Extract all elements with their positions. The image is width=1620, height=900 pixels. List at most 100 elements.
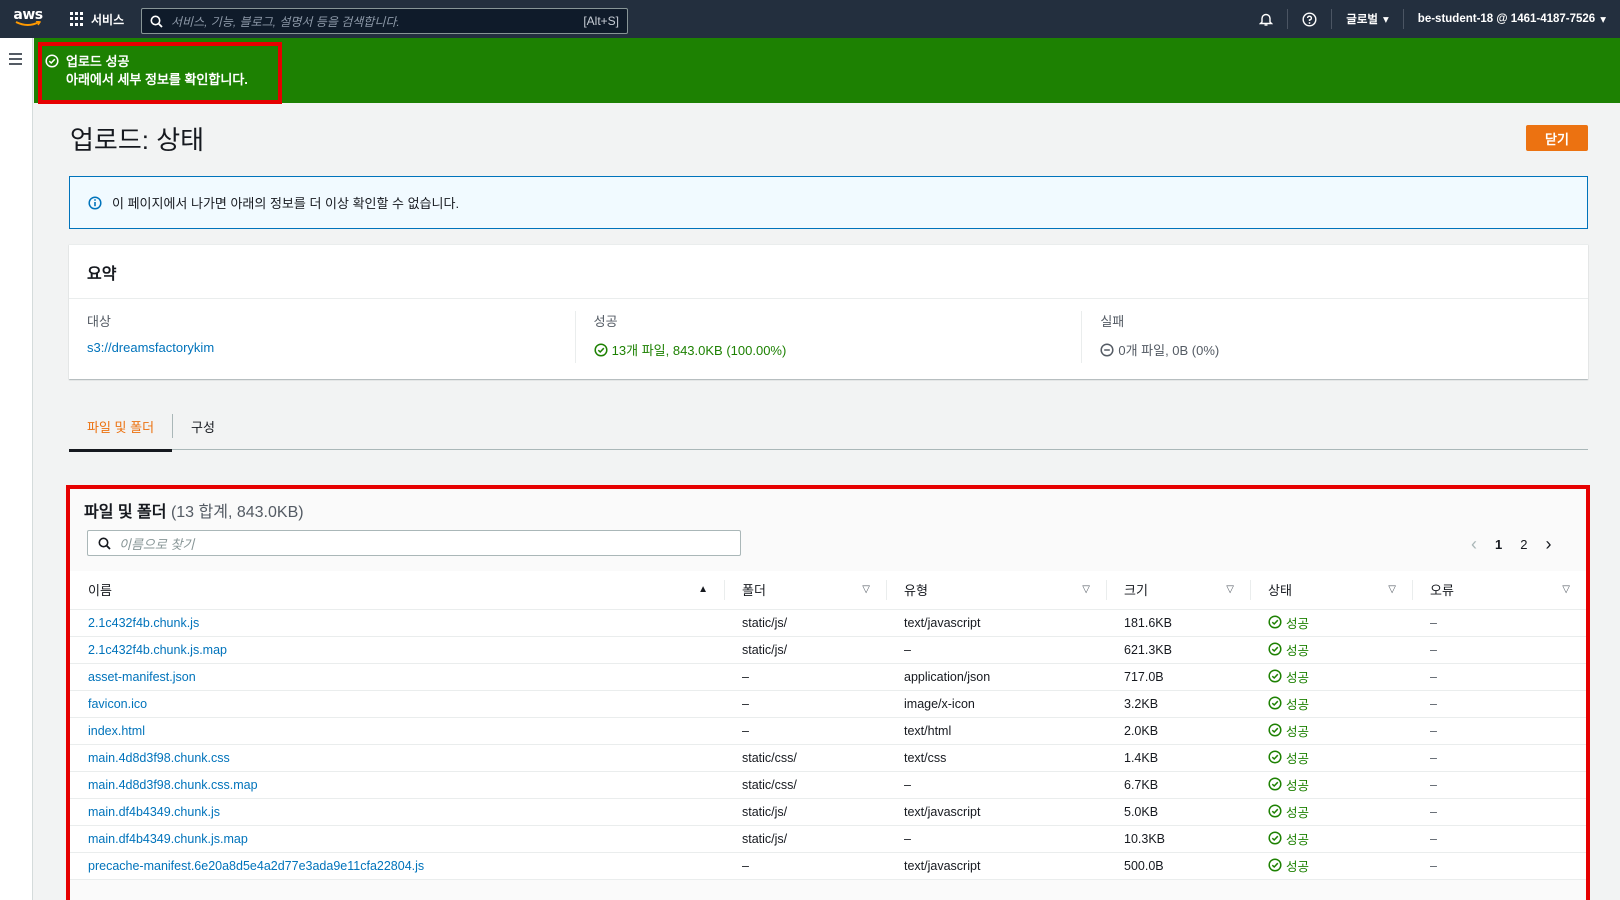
region-selector[interactable]: 글로벌 ▾ bbox=[1332, 11, 1403, 27]
minus-circle-icon bbox=[1100, 342, 1114, 357]
col-status-label: 상태 bbox=[1268, 583, 1292, 599]
success-label: 성공 bbox=[593, 314, 618, 329]
size-cell: 500.0B bbox=[1106, 852, 1250, 880]
header-divider bbox=[724, 580, 725, 600]
check-circle-icon bbox=[594, 342, 608, 357]
services-menu-button[interactable]: 서비스 bbox=[70, 11, 124, 28]
col-size-header[interactable]: 크기 ▽ bbox=[1106, 571, 1250, 610]
col-type-header[interactable]: 유형 ▽ bbox=[886, 571, 1106, 610]
error-cell: – bbox=[1412, 636, 1586, 664]
check-circle-icon bbox=[1268, 750, 1282, 764]
status-text: 성공 bbox=[1286, 670, 1310, 685]
status-text: 성공 bbox=[1286, 616, 1310, 631]
table-row: 2.1c432f4b.chunk.js.map static/js/–621.3K… bbox=[70, 636, 1586, 664]
file-name-link[interactable]: 2.1c432f4b.chunk.js.map bbox=[88, 643, 227, 657]
files-count: (13 합계, 843.0KB) bbox=[170, 504, 304, 521]
check-circle-icon bbox=[1268, 642, 1282, 656]
folder-cell: – bbox=[724, 852, 886, 880]
size-cell: 717.0B bbox=[1106, 663, 1250, 691]
status-text: 성공 bbox=[1286, 697, 1310, 712]
file-name-link[interactable]: favicon.ico bbox=[88, 697, 147, 711]
hamburger-icon[interactable] bbox=[9, 53, 22, 68]
file-name-link[interactable]: main.df4b4349.chunk.js bbox=[88, 805, 220, 819]
summary-failure: 실패 0개 파일, 0B (0%) bbox=[1081, 311, 1588, 363]
header-divider bbox=[1250, 580, 1251, 600]
table-row: main.df4b4349.chunk.js.map static/js/–10.… bbox=[70, 825, 1586, 853]
file-name-link[interactable]: main.4d8d3f98.chunk.css.map bbox=[88, 778, 258, 792]
flash-title: 업로드 성공 bbox=[66, 54, 130, 69]
grid-icon bbox=[70, 12, 84, 26]
type-cell: – bbox=[886, 825, 1106, 853]
type-cell: text/css bbox=[886, 744, 1106, 772]
table-row: index.html – text/html 2.0KB 성공 – bbox=[70, 717, 1586, 745]
type-cell: image/x-icon bbox=[886, 690, 1106, 718]
status-badge: 성공 bbox=[1268, 775, 1309, 794]
table-row: asset-manifest.json – application/json 717.… bbox=[70, 663, 1586, 691]
size-cell: 3.2KB bbox=[1106, 690, 1250, 718]
col-error-header[interactable]: 오류 ▽ bbox=[1412, 571, 1586, 610]
file-name-cell: main.df4b4349.chunk.js.map bbox=[70, 825, 724, 853]
info-icon bbox=[88, 195, 102, 210]
status-text: 성공 bbox=[1286, 643, 1310, 658]
check-circle-icon bbox=[1268, 669, 1282, 683]
help-button[interactable] bbox=[1288, 11, 1331, 27]
file-name-link[interactable]: 2.1c432f4b.chunk.js bbox=[88, 616, 199, 630]
file-name-link[interactable]: main.4d8d3f98.chunk.css bbox=[88, 751, 230, 765]
folder-cell: – bbox=[724, 690, 886, 718]
info-alert: 이 페이지에서 나가면 아래의 정보를 더 이상 확인할 수 없습니다. bbox=[69, 176, 1588, 229]
col-name-header[interactable]: 이름 ▲ bbox=[70, 571, 724, 610]
name-filter-input[interactable]: 이름으로 찾기 bbox=[87, 530, 741, 556]
status-cell: 성공 bbox=[1250, 636, 1412, 664]
status-text: 성공 bbox=[1286, 805, 1310, 820]
account-menu[interactable]: be-student-18 @ 1461-4187-7526 ▾ bbox=[1404, 12, 1620, 26]
file-name-link[interactable]: index.html bbox=[88, 724, 145, 738]
type-cell: text/html bbox=[886, 717, 1106, 745]
file-name-link[interactable]: asset-manifest.json bbox=[88, 670, 196, 684]
page-2-button[interactable]: 2 bbox=[1520, 537, 1527, 552]
success-flashbar bbox=[34, 38, 1620, 104]
chevron-left-icon[interactable]: ‹ bbox=[1471, 534, 1477, 555]
type-cell: text/javascript bbox=[886, 609, 1106, 637]
file-name-link[interactable]: main.df4b4349.chunk.js.map bbox=[88, 832, 248, 846]
file-name-cell: main.4d8d3f98.chunk.css bbox=[70, 744, 724, 772]
check-circle-icon bbox=[1268, 777, 1282, 791]
target-link[interactable]: s3://dreamsfactorykim bbox=[87, 340, 214, 355]
table-header-row: 이름 ▲ 폴더 ▽ 유형 ▽ 크기 ▽ 상태 ▽ 오류 ▽ bbox=[70, 571, 1586, 610]
file-name-link[interactable]: precache-manifest.6e20a8d5e4a2d77e3ada9e… bbox=[88, 859, 424, 873]
check-circle-icon bbox=[1268, 831, 1282, 845]
aws-logo[interactable]: aws bbox=[0, 0, 56, 38]
col-type-label: 유형 bbox=[904, 583, 928, 599]
check-circle-icon bbox=[1268, 858, 1282, 872]
col-folder-header[interactable]: 폴더 ▽ bbox=[724, 571, 886, 610]
table-row: precache-manifest.6e20a8d5e4a2d77e3ada9e… bbox=[70, 852, 1586, 880]
global-search-input[interactable]: 서비스, 기능, 블로그, 설명서 등을 검색합니다. [Alt+S] bbox=[141, 8, 628, 34]
error-cell: – bbox=[1412, 717, 1586, 745]
close-button[interactable]: 닫기 bbox=[1526, 125, 1588, 151]
error-cell: – bbox=[1412, 852, 1586, 880]
type-cell: – bbox=[886, 636, 1106, 664]
tab-files-and-folders[interactable]: 파일 및 폴더 bbox=[69, 403, 173, 452]
type-cell: application/json bbox=[886, 663, 1106, 691]
tab-bar: 파일 및 폴더 구성 bbox=[69, 403, 1588, 452]
status-badge: 성공 bbox=[1268, 640, 1309, 659]
check-circle-icon bbox=[45, 54, 59, 68]
help-icon bbox=[1302, 11, 1317, 27]
table-row: main.df4b4349.chunk.js static/js/text/jav… bbox=[70, 798, 1586, 826]
status-cell: 성공 bbox=[1250, 609, 1412, 637]
header-divider bbox=[886, 580, 887, 600]
type-cell: text/javascript bbox=[886, 798, 1106, 826]
status-text: 성공 bbox=[1286, 778, 1310, 793]
status-cell: 성공 bbox=[1250, 852, 1412, 880]
page-1-button[interactable]: 1 bbox=[1495, 537, 1502, 552]
notifications-button[interactable] bbox=[1245, 12, 1287, 27]
services-label: 서비스 bbox=[91, 12, 125, 27]
file-name-cell: index.html bbox=[70, 717, 724, 745]
file-name-cell: main.4d8d3f98.chunk.css.map bbox=[70, 771, 724, 799]
col-status-header[interactable]: 상태 ▽ bbox=[1250, 571, 1412, 610]
status-badge: 성공 bbox=[1268, 694, 1309, 713]
size-cell: 621.3KB bbox=[1106, 636, 1250, 664]
aws-smile-icon bbox=[15, 20, 41, 26]
status-text: 성공 bbox=[1286, 751, 1310, 766]
chevron-right-icon[interactable]: › bbox=[1545, 534, 1551, 555]
tab-configuration[interactable]: 구성 bbox=[173, 403, 233, 450]
